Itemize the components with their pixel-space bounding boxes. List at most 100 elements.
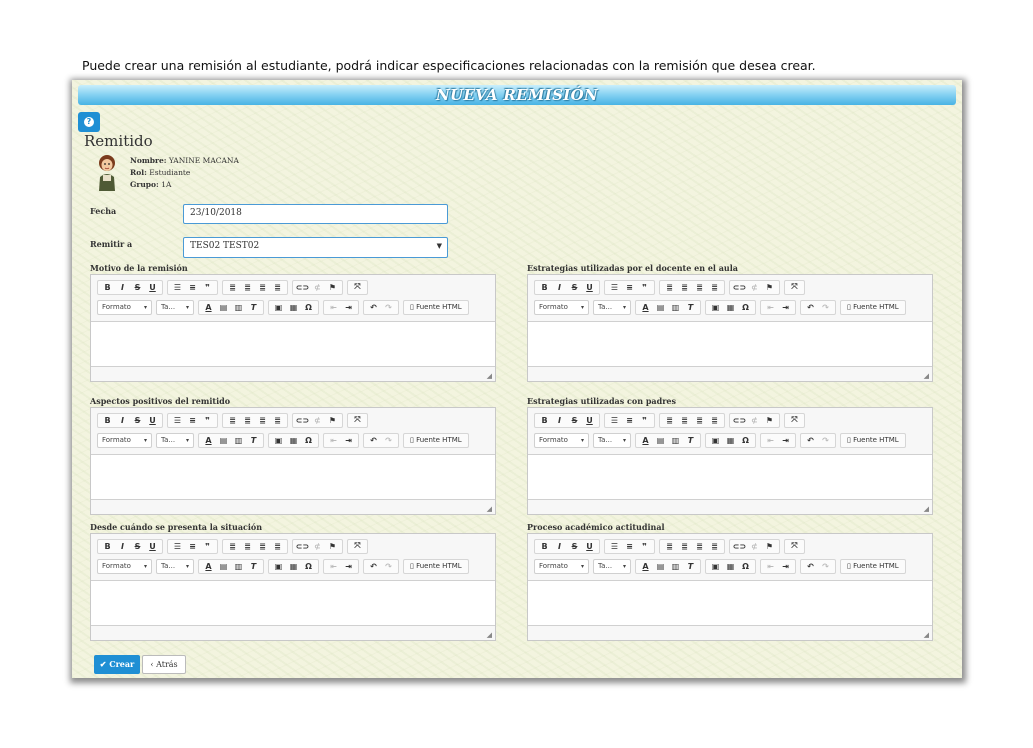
outdent-icon[interactable]: ⇤ bbox=[326, 436, 341, 445]
unlink-icon[interactable]: ⊄ bbox=[310, 283, 325, 292]
redo-icon[interactable]: ↷ bbox=[818, 303, 833, 312]
link-icon[interactable]: ⊂⊃ bbox=[295, 416, 310, 425]
image-icon[interactable]: ▣ bbox=[271, 303, 286, 312]
blockquote-icon[interactable]: ❞ bbox=[637, 283, 652, 292]
remove-format-icon[interactable]: T bbox=[246, 562, 261, 571]
redo-icon[interactable]: ↷ bbox=[381, 436, 396, 445]
italic-button[interactable]: I bbox=[552, 542, 567, 551]
blockquote-icon[interactable]: ❞ bbox=[637, 416, 652, 425]
size-combo[interactable]: Ta... ▾ bbox=[156, 299, 194, 315]
indent-icon[interactable]: ⇥ bbox=[778, 303, 793, 312]
italic-button[interactable]: I bbox=[552, 416, 567, 425]
unlink-icon[interactable]: ⊄ bbox=[747, 542, 762, 551]
table-icon[interactable]: ▦ bbox=[286, 303, 301, 312]
size-combo[interactable]: Ta... ▾ bbox=[593, 299, 631, 315]
undo-icon[interactable]: ↶ bbox=[803, 562, 818, 571]
underline-button[interactable]: U bbox=[582, 416, 597, 425]
bulleted-list-icon[interactable]: ☰ bbox=[607, 416, 622, 425]
link-icon[interactable]: ⊂⊃ bbox=[732, 416, 747, 425]
paste-word-icon[interactable]: ▥ bbox=[231, 303, 246, 312]
italic-button[interactable]: I bbox=[115, 283, 130, 292]
link-icon[interactable]: ⊂⊃ bbox=[295, 283, 310, 292]
link-icon[interactable]: ⊂⊃ bbox=[732, 283, 747, 292]
special-char-icon[interactable]: Ω bbox=[301, 562, 316, 571]
indent-icon[interactable]: ⇥ bbox=[778, 436, 793, 445]
special-char-icon[interactable]: Ω bbox=[738, 436, 753, 445]
bold-button[interactable]: B bbox=[537, 416, 552, 425]
source-html-button[interactable]: ▯ Fuente HTML bbox=[406, 562, 466, 570]
numbered-list-icon[interactable]: ≡ bbox=[622, 542, 637, 551]
editor-content-area[interactable] bbox=[528, 321, 932, 367]
bulleted-list-icon[interactable]: ☰ bbox=[170, 283, 185, 292]
undo-icon[interactable]: ↶ bbox=[803, 303, 818, 312]
paste-word-icon[interactable]: ▥ bbox=[231, 436, 246, 445]
paste-word-icon[interactable]: ▥ bbox=[668, 562, 683, 571]
indent-icon[interactable]: ⇥ bbox=[341, 562, 356, 571]
format-combo[interactable]: Formato ▾ bbox=[534, 558, 589, 574]
text-color-icon[interactable]: A bbox=[201, 436, 216, 445]
resize-handle-icon[interactable]: ◢ bbox=[924, 372, 929, 380]
resize-handle-icon[interactable]: ◢ bbox=[487, 372, 492, 380]
size-combo[interactable]: Ta... ▾ bbox=[156, 558, 194, 574]
flag-icon[interactable]: ⚑ bbox=[762, 283, 777, 292]
align-center-icon[interactable]: ≣ bbox=[677, 542, 692, 551]
italic-button[interactable]: I bbox=[115, 416, 130, 425]
strike-button[interactable]: S bbox=[130, 283, 145, 292]
paste-icon[interactable]: ▤ bbox=[216, 303, 231, 312]
numbered-list-icon[interactable]: ≡ bbox=[622, 416, 637, 425]
paste-icon[interactable]: ▤ bbox=[653, 562, 668, 571]
format-combo[interactable]: Formato ▾ bbox=[97, 299, 152, 315]
remove-format-icon[interactable]: T bbox=[683, 436, 698, 445]
unlink-icon[interactable]: ⊄ bbox=[747, 283, 762, 292]
align-center-icon[interactable]: ≣ bbox=[240, 542, 255, 551]
indent-icon[interactable]: ⇥ bbox=[341, 436, 356, 445]
blockquote-icon[interactable]: ❞ bbox=[200, 542, 215, 551]
special-char-icon[interactable]: Ω bbox=[301, 436, 316, 445]
bold-button[interactable]: B bbox=[100, 283, 115, 292]
flag-icon[interactable]: ⚑ bbox=[325, 416, 340, 425]
link-icon[interactable]: ⊂⊃ bbox=[295, 542, 310, 551]
fecha-input[interactable]: 23/10/2018 bbox=[183, 204, 448, 224]
bold-button[interactable]: B bbox=[537, 542, 552, 551]
text-color-icon[interactable]: A bbox=[201, 562, 216, 571]
text-color-icon[interactable]: A bbox=[638, 303, 653, 312]
help-button[interactable]: ? bbox=[78, 112, 100, 132]
link-icon[interactable]: ⊂⊃ bbox=[732, 542, 747, 551]
bulleted-list-icon[interactable]: ☰ bbox=[170, 542, 185, 551]
flag-icon[interactable]: ⚑ bbox=[762, 542, 777, 551]
align-justify-icon[interactable]: ≣ bbox=[707, 416, 722, 425]
bold-button[interactable]: B bbox=[100, 416, 115, 425]
image-icon[interactable]: ▣ bbox=[708, 562, 723, 571]
undo-icon[interactable]: ↶ bbox=[366, 303, 381, 312]
flag-icon[interactable]: ⚑ bbox=[325, 283, 340, 292]
unlink-icon[interactable]: ⊄ bbox=[310, 416, 325, 425]
align-left-icon[interactable]: ≣ bbox=[225, 542, 240, 551]
image-icon[interactable]: ▣ bbox=[271, 562, 286, 571]
undo-icon[interactable]: ↶ bbox=[803, 436, 818, 445]
table-icon[interactable]: ▦ bbox=[723, 562, 738, 571]
outdent-icon[interactable]: ⇤ bbox=[763, 436, 778, 445]
editor-content-area[interactable] bbox=[528, 580, 932, 626]
image-icon[interactable]: ▣ bbox=[708, 436, 723, 445]
source-html-button[interactable]: ▯ Fuente HTML bbox=[406, 436, 466, 444]
numbered-list-icon[interactable]: ≡ bbox=[622, 283, 637, 292]
bulleted-list-icon[interactable]: ☰ bbox=[607, 283, 622, 292]
table-icon[interactable]: ▦ bbox=[286, 436, 301, 445]
paste-word-icon[interactable]: ▥ bbox=[668, 436, 683, 445]
special-char-icon[interactable]: Ω bbox=[738, 303, 753, 312]
align-left-icon[interactable]: ≣ bbox=[662, 283, 677, 292]
paste-word-icon[interactable]: ▥ bbox=[231, 562, 246, 571]
format-combo[interactable]: Formato ▾ bbox=[534, 432, 589, 448]
resize-handle-icon[interactable]: ◢ bbox=[924, 631, 929, 639]
size-combo[interactable]: Ta... ▾ bbox=[156, 432, 194, 448]
align-left-icon[interactable]: ≣ bbox=[225, 283, 240, 292]
maximize-icon[interactable]: ⤧ bbox=[787, 415, 802, 425]
align-left-icon[interactable]: ≣ bbox=[662, 542, 677, 551]
align-center-icon[interactable]: ≣ bbox=[677, 283, 692, 292]
table-icon[interactable]: ▦ bbox=[723, 436, 738, 445]
outdent-icon[interactable]: ⇤ bbox=[326, 562, 341, 571]
source-html-button[interactable]: ▯ Fuente HTML bbox=[406, 303, 466, 311]
redo-icon[interactable]: ↷ bbox=[818, 562, 833, 571]
align-left-icon[interactable]: ≣ bbox=[225, 416, 240, 425]
underline-button[interactable]: U bbox=[582, 542, 597, 551]
